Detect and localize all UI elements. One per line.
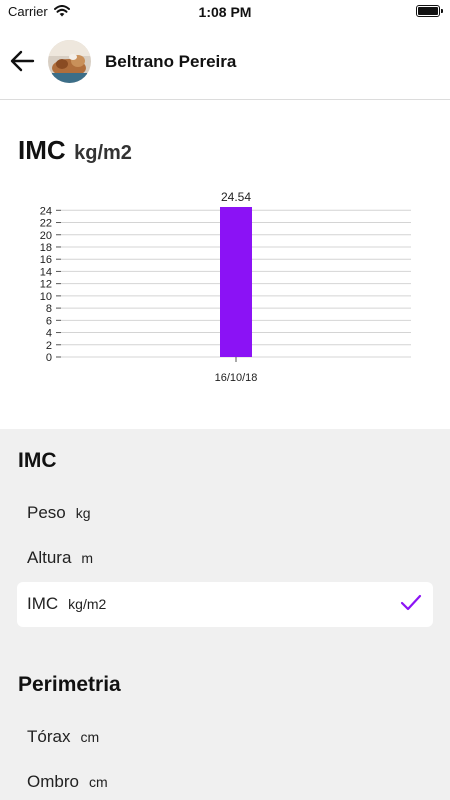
y-tick-label: 12 [40, 279, 52, 291]
y-tick-label: 16 [40, 254, 52, 266]
group-title-perimetria: Perimetria [18, 673, 121, 696]
battery-icon [416, 5, 443, 17]
status-time: 1:08 PM [198, 4, 252, 20]
y-tick-label: 2 [46, 340, 52, 352]
chart-heading-title: IMC [18, 135, 66, 165]
list-item-ombro[interactable]: Ombro cm [17, 760, 433, 800]
patient-name: Beltrano Pereira [105, 52, 237, 71]
list-item-unit: kg/m2 [68, 596, 107, 612]
y-tick-label: 6 [46, 315, 52, 327]
list-item-label: Peso kg [27, 503, 91, 522]
y-tick-label: 20 [40, 230, 52, 242]
y-tick-label: 4 [46, 328, 52, 340]
list-item-label: Tórax cm [27, 727, 100, 746]
list-item-torax[interactable]: Tórax cm [17, 715, 433, 760]
y-tick-label: 10 [40, 291, 52, 303]
chart-heading-unit: kg/m2 [74, 142, 132, 164]
list-item-unit: kg [75, 505, 91, 521]
y-tick-label: 8 [46, 303, 52, 315]
list-item-unit: cm [88, 774, 108, 790]
y-tick-label: 18 [40, 242, 52, 254]
imc-bar-chart: 02468101214161820222424.5416/10/18 [40, 190, 411, 384]
x-tick-label: 16/10/18 [215, 372, 258, 384]
navigation-bar: Beltrano Pereira [0, 38, 450, 100]
arrow-left-icon [10, 50, 35, 72]
y-tick-label: 14 [40, 266, 52, 278]
list-item-label: Altura m [27, 548, 94, 567]
list-item-imc[interactable]: IMC kg/m2 [17, 582, 433, 627]
y-tick-label: 0 [46, 352, 52, 364]
group-title-imc: IMC [18, 449, 57, 472]
y-tick-label: 22 [40, 218, 52, 230]
list-item-unit: m [81, 550, 94, 566]
y-tick-label: 24 [40, 205, 52, 217]
list-item-label: IMC kg/m2 [27, 594, 107, 613]
bar-value-label: 24.54 [221, 190, 251, 204]
status-bar: Carrier 1:08 PM [0, 0, 450, 24]
list-item-peso[interactable]: Peso kg [17, 491, 433, 536]
chart-bar [220, 207, 252, 357]
checkmark-icon [399, 593, 423, 618]
chart-section: IMC kg/m2 0 2 4 6 8 10 12 14 16 18 20 22 24 24.54 16/1… [0, 101, 450, 429]
list-item-label: Ombro cm [27, 772, 108, 791]
chart-heading: IMC kg/m2 [18, 135, 132, 166]
avatar [48, 40, 91, 83]
measurement-list: IMC Peso kg Altura m IMC kg/m2 Perimetria T… [0, 429, 450, 800]
list-item-unit: cm [80, 729, 100, 745]
list-item-altura[interactable]: Altura m [17, 536, 433, 581]
back-button[interactable] [8, 48, 38, 74]
